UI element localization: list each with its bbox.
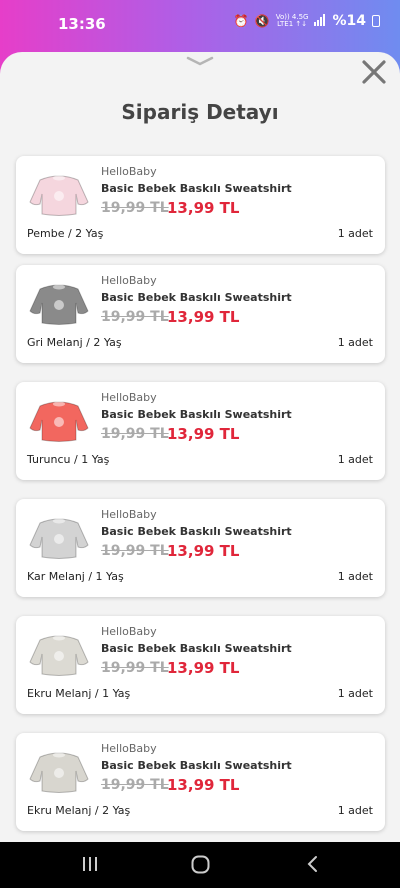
order-item-card[interactable]: HelloBaby Basic Bebek Baskılı Sweatshirt… (16, 733, 385, 831)
alarm-icon: ⏰ (233, 14, 249, 28)
product-name: Basic Bebek Baskılı Sweatshirt (101, 291, 292, 304)
product-variant: Gri Melanj / 2 Yaş (27, 336, 122, 349)
product-image (29, 635, 89, 676)
product-brand: HelloBaby (101, 165, 157, 178)
product-image (29, 175, 89, 216)
order-item-card[interactable]: HelloBaby Basic Bebek Baskılı Sweatshirt… (16, 382, 385, 480)
product-brand: HelloBaby (101, 274, 157, 287)
order-detail-sheet: Sipariş Detayı HelloBaby Basic Bebek Bas… (0, 52, 400, 842)
old-price: 19,99 TL (101, 777, 169, 793)
battery-icon (372, 15, 380, 27)
product-image (29, 401, 89, 442)
old-price: 19,99 TL (101, 426, 169, 442)
product-quantity: 1 adet (337, 453, 373, 466)
page-title: Sipariş Detayı (121, 100, 279, 124)
new-price: 13,99 TL (167, 659, 240, 677)
old-price: 19,99 TL (101, 660, 169, 676)
product-name: Basic Bebek Baskılı Sweatshirt (101, 182, 292, 195)
new-price: 13,99 TL (167, 425, 240, 443)
product-quantity: 1 adet (337, 336, 373, 349)
signal-icon (314, 13, 326, 29)
order-item-card[interactable]: HelloBaby Basic Bebek Baskılı Sweatshirt… (16, 616, 385, 714)
mute-icon: 🔇 (254, 14, 270, 28)
chevron-down-icon[interactable] (186, 56, 214, 66)
new-price: 13,99 TL (167, 308, 240, 326)
new-price: 13,99 TL (167, 199, 240, 217)
product-name: Basic Bebek Baskılı Sweatshirt (101, 525, 292, 538)
product-name: Basic Bebek Baskılı Sweatshirt (101, 408, 292, 421)
battery-level: %14 (332, 13, 366, 29)
order-item-card[interactable]: HelloBaby Basic Bebek Baskılı Sweatshirt… (16, 156, 385, 254)
product-variant: Pembe / 2 Yaş (27, 227, 104, 240)
product-variant: Kar Melanj / 1 Yaş (27, 570, 124, 583)
order-item-card[interactable]: HelloBaby Basic Bebek Baskılı Sweatshirt… (16, 499, 385, 597)
recents-icon[interactable] (82, 855, 98, 873)
product-name: Basic Bebek Baskılı Sweatshirt (101, 759, 292, 772)
old-price: 19,99 TL (101, 543, 169, 559)
product-image (29, 518, 89, 559)
product-variant: Ekru Melanj / 2 Yaş (27, 804, 131, 817)
order-item-card[interactable]: HelloBaby Basic Bebek Baskılı Sweatshirt… (16, 265, 385, 363)
product-variant: Ekru Melanj / 1 Yaş (27, 687, 131, 700)
product-brand: HelloBaby (101, 508, 157, 521)
product-brand: HelloBaby (101, 391, 157, 404)
product-brand: HelloBaby (101, 742, 157, 755)
product-quantity: 1 adet (337, 227, 373, 240)
old-price: 19,99 TL (101, 200, 169, 216)
product-brand: HelloBaby (101, 625, 157, 638)
product-variant: Turuncu / 1 Yaş (27, 453, 110, 466)
product-quantity: 1 adet (337, 570, 373, 583)
system-nav-bar (0, 842, 400, 888)
network-indicator: Vo)) 4.5G LTE1 ↑↓ (276, 14, 309, 28)
back-icon[interactable] (306, 855, 318, 873)
product-quantity: 1 adet (337, 687, 373, 700)
product-image (29, 752, 89, 793)
network-bottom: LTE1 ↑↓ (277, 20, 308, 28)
status-icons: ⏰ 🔇 Vo)) 4.5G LTE1 ↑↓ %14 (234, 13, 380, 29)
new-price: 13,99 TL (167, 776, 240, 794)
old-price: 19,99 TL (101, 309, 169, 325)
product-image (29, 284, 89, 325)
product-name: Basic Bebek Baskılı Sweatshirt (101, 642, 292, 655)
close-icon[interactable] (361, 59, 387, 85)
product-quantity: 1 adet (337, 804, 373, 817)
new-price: 13,99 TL (167, 542, 240, 560)
home-icon[interactable] (191, 855, 210, 874)
